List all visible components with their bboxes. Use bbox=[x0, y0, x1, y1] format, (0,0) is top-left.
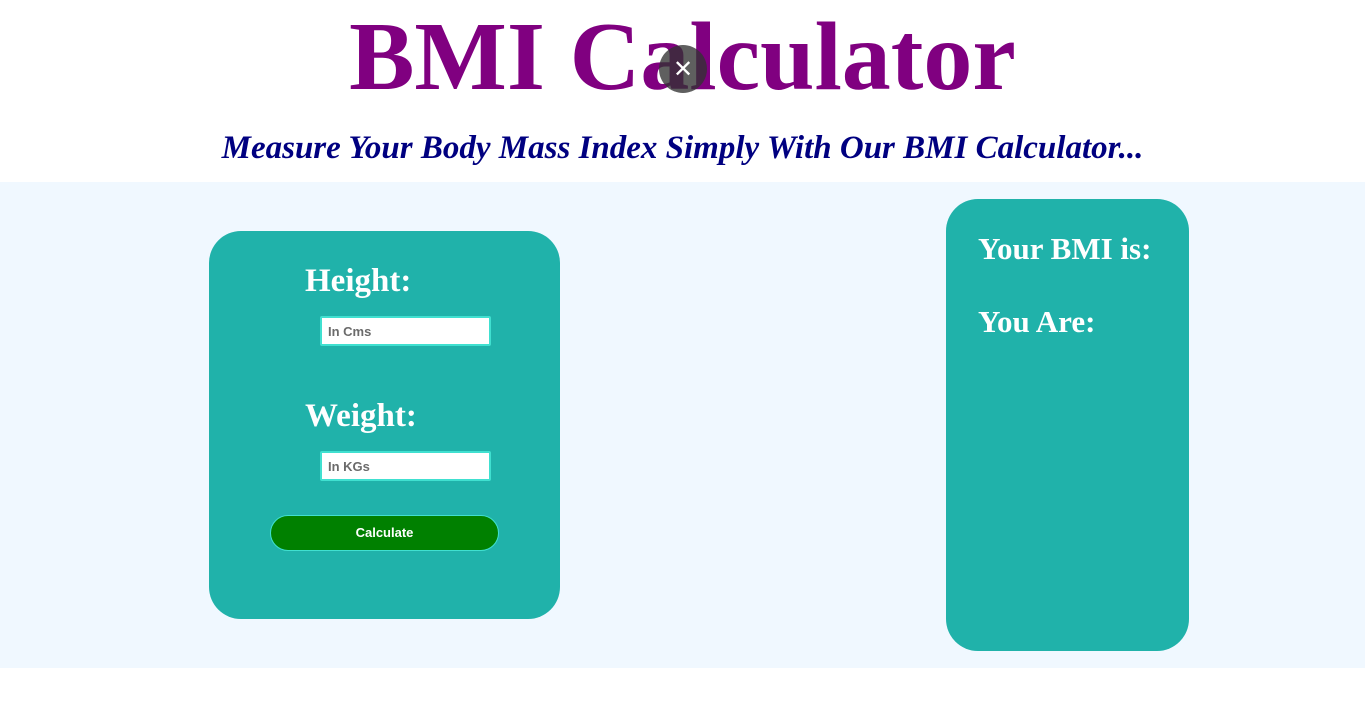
height-input[interactable] bbox=[320, 316, 491, 346]
weight-label: Weight: bbox=[305, 398, 417, 434]
bmi-result-label: Your BMI is: bbox=[978, 231, 1152, 266]
close-button[interactable]: ✕ bbox=[659, 45, 707, 93]
close-icon: ✕ bbox=[672, 55, 694, 83]
weight-input[interactable] bbox=[320, 451, 491, 481]
height-label: Height: bbox=[305, 263, 412, 299]
page-subtitle: Measure Your Body Mass Index Simply With… bbox=[221, 130, 1144, 166]
result-card: Your BMI is: You Are: bbox=[946, 199, 1189, 651]
input-card: Height: Weight: Calculate bbox=[209, 231, 560, 619]
calculate-button[interactable]: Calculate bbox=[270, 515, 499, 551]
bmi-status-label: You Are: bbox=[978, 304, 1096, 339]
